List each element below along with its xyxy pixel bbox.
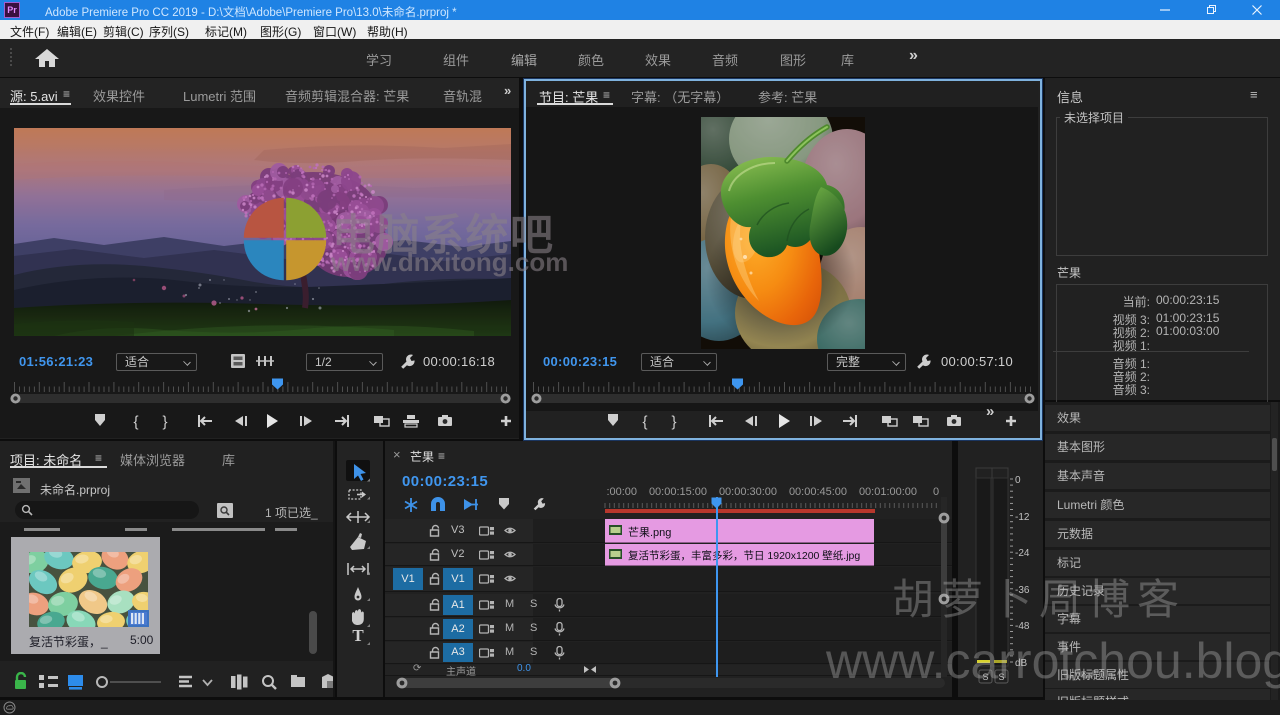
svg-text:T: T [352, 626, 364, 645]
svg-text:0: 0 [1015, 475, 1021, 486]
svg-text:00:00:45:00: 00:00:45:00 [789, 486, 847, 498]
svg-text:}: } [162, 414, 167, 431]
svg-text:00:00:15:00: 00:00:15:00 [649, 486, 707, 498]
svg-text:00:00:30:00: 00:00:30:00 [719, 486, 777, 498]
svg-text:}: } [671, 414, 676, 431]
svg-text:00:01:00:00: 00:01:00:00 [859, 486, 917, 498]
svg-text:{: { [642, 414, 647, 431]
svg-text:0: 0 [933, 486, 939, 498]
svg-text:-24: -24 [1015, 548, 1030, 559]
svg-text:00:00:00:00: 00:00:00:00 [607, 486, 637, 498]
svg-text:{: { [133, 414, 138, 431]
svg-text:-12: -12 [1015, 512, 1030, 523]
